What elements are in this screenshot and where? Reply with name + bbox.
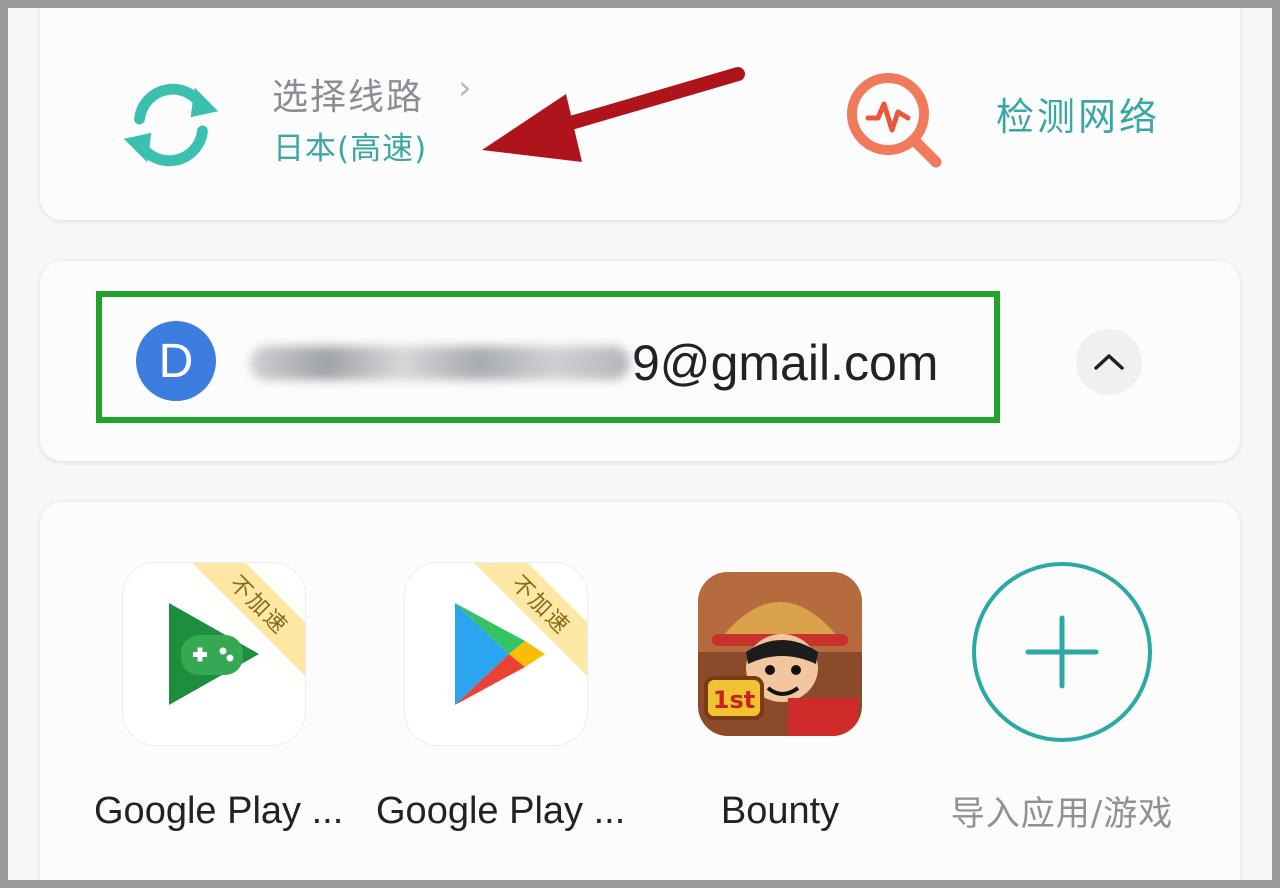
collapse-button[interactable] bbox=[1076, 329, 1142, 395]
chevron-up-icon bbox=[1094, 354, 1124, 370]
app-name: Bounty bbox=[720, 790, 840, 832]
avatar: D bbox=[136, 321, 216, 401]
svg-text:1st: 1st bbox=[713, 686, 755, 714]
apps-card: 不加速 Google Play ... 不加速 Google Play ... bbox=[40, 502, 1240, 880]
chevron-right-icon[interactable]: › bbox=[458, 68, 472, 108]
route-select-title[interactable]: 选择线路 bbox=[272, 68, 424, 120]
app-name: Google Play ... bbox=[94, 790, 344, 832]
app-item-google-play-games[interactable]: 不加速 Google Play ... bbox=[94, 562, 344, 833]
import-app-button[interactable]: 导入应用/游戏 bbox=[942, 562, 1182, 835]
account-card: D 9@gmail.com bbox=[40, 261, 1240, 461]
app-screen: 选择线路 › 日本(高速) 检测网络 D 9@gmail.com 不加速 Goo… bbox=[8, 8, 1272, 880]
refresh-cycle-icon[interactable] bbox=[112, 66, 230, 184]
import-app-label: 导入应用/游戏 bbox=[950, 794, 1174, 834]
selected-route[interactable]: 日本(高速) bbox=[273, 123, 427, 168]
route-card: 选择线路 › 日本(高速) 检测网络 bbox=[40, 8, 1240, 220]
app-icon-box[interactable]: 不加速 bbox=[404, 562, 588, 746]
annotation-arrow bbox=[482, 67, 745, 162]
app-icon-box[interactable]: 不加速 bbox=[122, 562, 306, 746]
add-app-button[interactable] bbox=[972, 562, 1152, 742]
app-name: Google Play ... bbox=[376, 790, 626, 832]
network-test-label[interactable]: 检测网络 bbox=[996, 86, 1160, 141]
account-email: 9@gmail.com bbox=[250, 323, 938, 403]
network-test-icon[interactable] bbox=[842, 68, 946, 172]
blurred-email-username bbox=[250, 346, 630, 380]
app-item-google-play-store[interactable]: 不加速 Google Play ... bbox=[376, 562, 626, 833]
app-item-bounty[interactable]: 1st Bounty bbox=[660, 562, 900, 833]
email-domain: 9@gmail.com bbox=[632, 335, 939, 391]
plus-icon bbox=[1025, 615, 1099, 689]
bounty-game-icon[interactable]: 1st bbox=[698, 572, 862, 736]
